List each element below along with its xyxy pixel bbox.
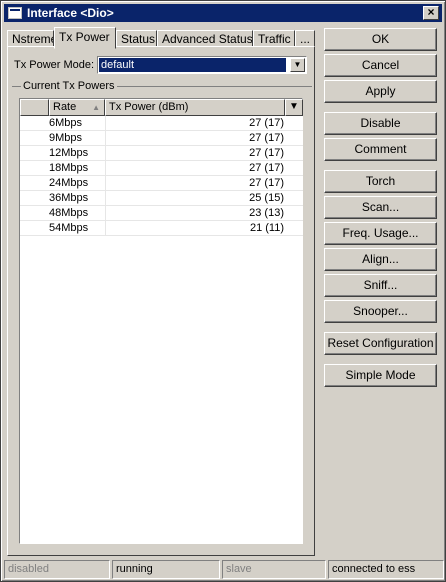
rate-cell: 18Mbps: [49, 162, 89, 174]
reset-configuration-button[interactable]: Reset Configuration: [324, 332, 437, 355]
table-row[interactable]: 48Mbps 23 (13): [20, 206, 303, 221]
table-row[interactable]: 9Mbps 27 (17): [20, 131, 303, 146]
tx-power-cell: 27 (17): [105, 176, 284, 191]
table-row[interactable]: 18Mbps 27 (17): [20, 161, 303, 176]
column-menu-icon[interactable]: ▼: [285, 99, 303, 116]
tx-power-cell: 27 (17): [105, 161, 284, 176]
tab-bar: Nstreme Tx Power Status Advanced Status …: [7, 27, 315, 49]
tx-power-mode-select[interactable]: default ▼: [97, 56, 307, 74]
dropdown-arrow-icon[interactable]: ▼: [290, 58, 305, 72]
tx-power-cell: 27 (17): [105, 146, 284, 161]
tx-power-cell: 23 (13): [105, 206, 284, 221]
close-button[interactable]: ×: [423, 6, 439, 20]
torch-button[interactable]: Torch: [324, 170, 437, 193]
rate-cell: 9Mbps: [49, 132, 83, 144]
align-button[interactable]: Align...: [324, 248, 437, 271]
window-title: Interface <Dio>: [27, 6, 114, 20]
disable-button[interactable]: Disable: [324, 112, 437, 135]
tx-power-mode-value: default: [99, 58, 286, 72]
scan-button[interactable]: Scan...: [324, 196, 437, 219]
snooper-button[interactable]: Snooper...: [324, 300, 437, 323]
simple-mode-button[interactable]: Simple Mode: [324, 364, 437, 387]
table-body: 6Mbps 27 (17) 9Mbps 27 (17) 12Mbps 27 (17) …: [20, 116, 303, 236]
tx-power-cell: 27 (17): [105, 116, 284, 131]
sniff-button[interactable]: Sniff...: [324, 274, 437, 297]
tx-power-mode-label: Tx Power Mode:: [14, 59, 95, 71]
table-header: Rate ▲ Tx Power (dBm) ▼: [20, 99, 303, 116]
header-blank: [20, 99, 49, 116]
rate-cell: 48Mbps: [49, 207, 89, 219]
current-tx-powers-title: Current Tx Powers: [21, 80, 117, 92]
sort-ascending-icon: ▲: [92, 103, 100, 112]
interface-window: Interface <Dio> × Nstreme Tx Power Statu…: [0, 0, 446, 582]
rate-cell: 54Mbps: [49, 222, 89, 234]
rate-cell: 36Mbps: [49, 192, 89, 204]
status-connection: connected to ess: [328, 560, 444, 579]
table-row[interactable]: 12Mbps 27 (17): [20, 146, 303, 161]
rate-cell: 12Mbps: [49, 147, 89, 159]
apply-button[interactable]: Apply: [324, 80, 437, 103]
status-state: disabled: [4, 560, 110, 579]
table-row[interactable]: 36Mbps 25 (15): [20, 191, 303, 206]
status-bar: disabled running slave connected to ess: [4, 560, 444, 580]
status-running: running: [112, 560, 220, 579]
status-role: slave: [222, 560, 326, 579]
window-icon: [8, 7, 22, 19]
comment-button[interactable]: Comment: [324, 138, 437, 161]
table-row[interactable]: 24Mbps 27 (17): [20, 176, 303, 191]
column-header-rate-label: Rate: [53, 101, 77, 113]
tx-power-cell: 21 (11): [105, 221, 284, 236]
table-row[interactable]: 6Mbps 27 (17): [20, 116, 303, 131]
tx-power-cell: 25 (15): [105, 191, 284, 206]
tx-powers-table: Rate ▲ Tx Power (dBm) ▼ 6Mbps 27 (17) 9Mb…: [19, 98, 303, 544]
title-bar: Interface <Dio> ×: [4, 4, 442, 22]
tx-power-cell: 27 (17): [105, 131, 284, 146]
column-header-rate[interactable]: Rate ▲: [49, 99, 105, 116]
rate-cell: 24Mbps: [49, 177, 89, 189]
freq-usage-button[interactable]: Freq. Usage...: [324, 222, 437, 245]
cancel-button[interactable]: Cancel: [324, 54, 437, 77]
column-header-tx-power[interactable]: Tx Power (dBm): [105, 99, 285, 116]
table-row[interactable]: 54Mbps 21 (11): [20, 221, 303, 236]
tx-power-panel: Tx Power Mode: default ▼ Current Tx Powe…: [7, 46, 315, 556]
ok-button[interactable]: OK: [324, 28, 437, 51]
tab-tx-power[interactable]: Tx Power: [54, 27, 116, 49]
rate-cell: 6Mbps: [49, 117, 83, 129]
